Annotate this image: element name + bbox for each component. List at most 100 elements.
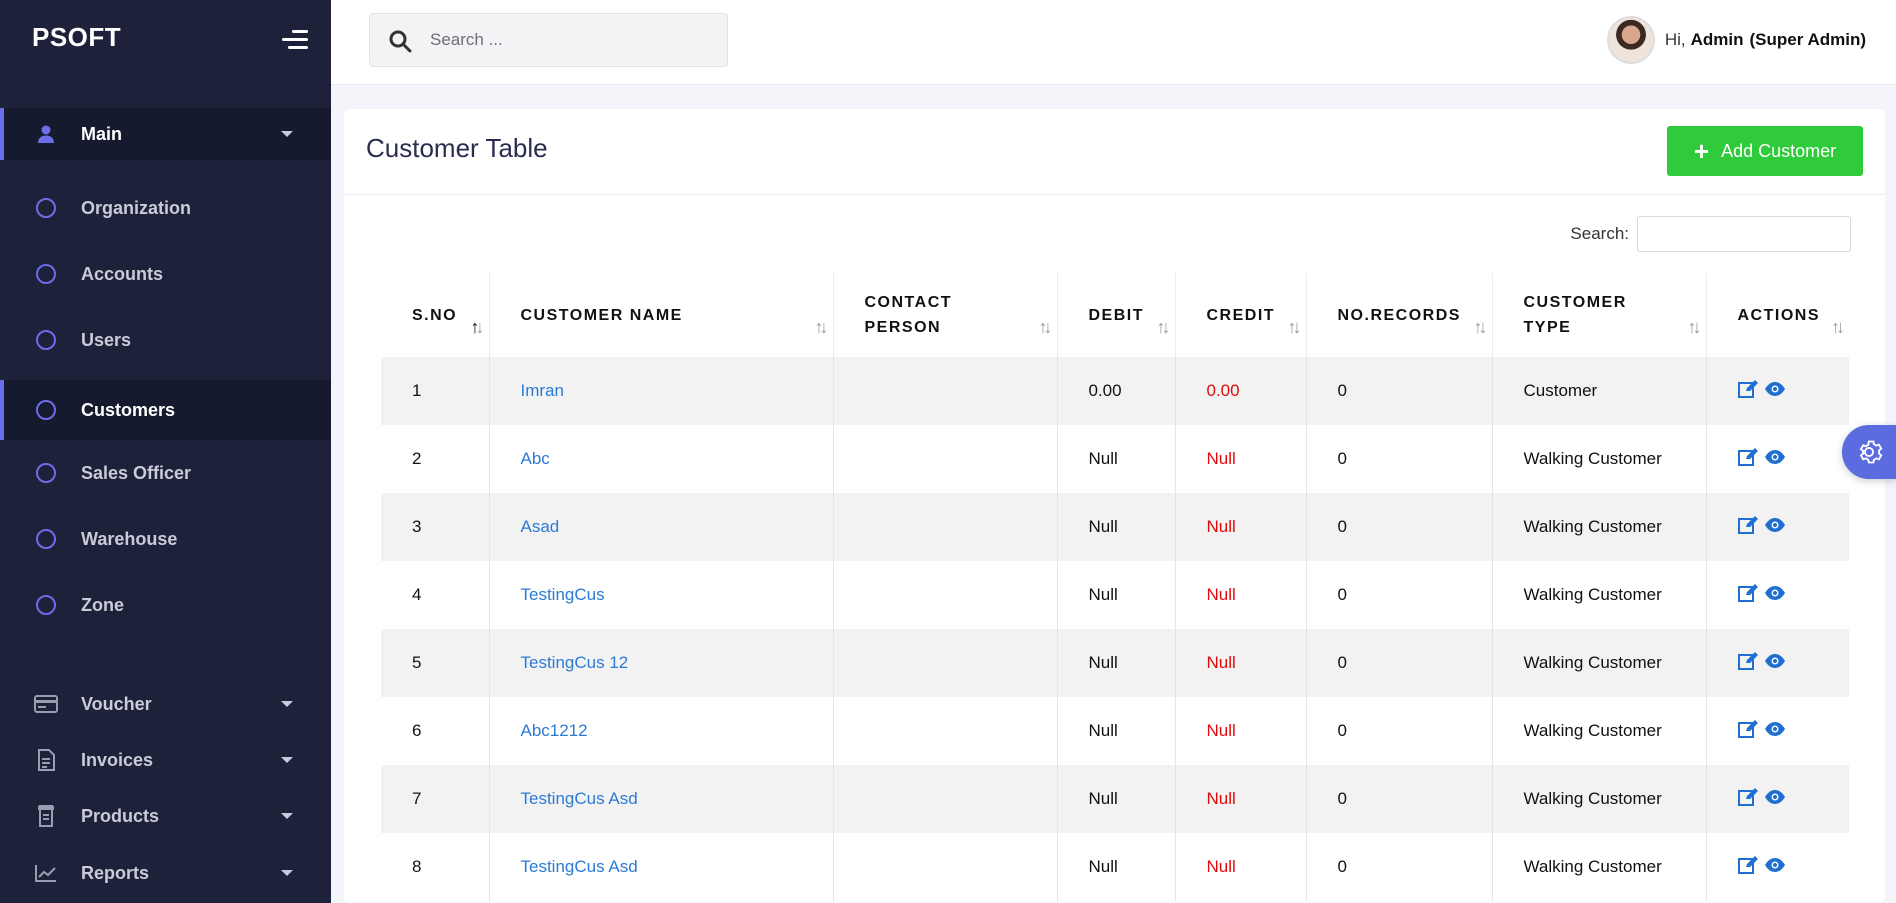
cell-credit: Null <box>1175 493 1307 561</box>
view-eye-icon[interactable] <box>1764 789 1786 805</box>
sidebar-item-warehouse[interactable]: Warehouse <box>0 513 331 565</box>
edit-icon[interactable] <box>1737 583 1758 602</box>
menu-toggle-icon[interactable] <box>282 30 308 50</box>
cell-credit: Null <box>1175 765 1307 833</box>
cell-customer-type: Walking Customer <box>1492 493 1707 561</box>
cell-records: 0 <box>1306 697 1493 765</box>
customer-name-link[interactable]: TestingCus Asd <box>521 857 638 876</box>
cell-actions <box>1706 765 1849 833</box>
cell-credit: Null <box>1175 833 1307 901</box>
add-customer-button[interactable]: + Add Customer <box>1667 126 1863 176</box>
cell-records: 0 <box>1306 357 1493 425</box>
cell-sno: 7 <box>381 765 490 833</box>
table-search-input[interactable] <box>1637 216 1851 252</box>
caret-down-icon <box>281 701 293 707</box>
customer-name-link[interactable]: Asad <box>521 517 560 536</box>
cell-contact-person <box>833 425 1058 493</box>
edit-icon[interactable] <box>1737 379 1758 398</box>
cell-customer-name: Abc1212 <box>489 697 834 765</box>
table-row: 6 Abc1212 Null Null 0 Walking Customer <box>381 697 1849 765</box>
edit-icon[interactable] <box>1737 515 1758 534</box>
caret-down-icon <box>281 813 293 819</box>
cell-records: 0 <box>1306 493 1493 561</box>
customer-name-link[interactable]: TestingCus Asd <box>521 789 638 808</box>
sidebar-group-voucher[interactable]: Voucher <box>0 678 331 730</box>
cell-customer-type: Walking Customer <box>1492 833 1707 901</box>
column-header-no-records[interactable]: NO.RECORDS ↑↓ <box>1306 273 1493 357</box>
sidebar-group-label: Products <box>81 805 160 826</box>
column-header-customer-type[interactable]: CUSTOMER TYPE ↑↓ <box>1492 273 1707 357</box>
cell-records: 0 <box>1306 765 1493 833</box>
sort-icon[interactable]: ↑↓ <box>1288 315 1302 340</box>
customer-name-link[interactable]: Abc <box>521 449 550 468</box>
column-header-debit[interactable]: DEBIT ↑↓ <box>1057 273 1176 357</box>
sidebar-group-invoices[interactable]: Invoices <box>0 734 331 786</box>
column-header-actions[interactable]: ACTIONS ↑↓ <box>1706 273 1849 357</box>
cell-debit: Null <box>1057 765 1176 833</box>
column-header-customer-name[interactable]: CUSTOMER NAME ↑↓ <box>489 273 834 357</box>
customer-name-link[interactable]: Abc1212 <box>521 721 588 740</box>
sidebar-item-users[interactable]: Users <box>0 314 331 366</box>
cell-sno: 6 <box>381 697 490 765</box>
column-header-sno[interactable]: S.NO ↑↓ <box>381 273 490 357</box>
sort-icon[interactable]: ↑↓ <box>1831 315 1845 340</box>
sidebar-item-label: Customers <box>81 399 176 420</box>
sidebar-item-label: Warehouse <box>81 528 178 549</box>
cell-actions <box>1706 629 1849 697</box>
edit-icon[interactable] <box>1737 719 1758 738</box>
column-header-contact-person[interactable]: CONTACT PERSON ↑↓ <box>833 273 1058 357</box>
cell-customer-type: Customer <box>1492 357 1707 425</box>
sidebar-group-reports[interactable]: Reports <box>0 847 331 899</box>
avatar[interactable] <box>1606 16 1655 64</box>
sidebar: PSOFT Main Organization Accounts Users C… <box>0 0 331 903</box>
sidebar-item-customers[interactable]: Customers <box>0 380 331 440</box>
user-menu[interactable]: Hi, Admin (Super Admin) <box>1606 16 1866 64</box>
cell-records: 0 <box>1306 561 1493 629</box>
view-eye-icon[interactable] <box>1764 653 1786 669</box>
sidebar-group-label: Invoices <box>81 749 154 770</box>
cell-debit: Null <box>1057 629 1176 697</box>
cell-contact-person <box>833 629 1058 697</box>
brand-logo[interactable]: PSOFT <box>32 22 121 53</box>
sort-icon[interactable]: ↑↓ <box>1157 315 1171 340</box>
customer-name-link[interactable]: Imran <box>521 381 564 400</box>
view-eye-icon[interactable] <box>1764 517 1786 533</box>
edit-icon[interactable] <box>1737 855 1758 874</box>
view-eye-icon[interactable] <box>1764 381 1786 397</box>
column-header-credit[interactable]: CREDIT ↑↓ <box>1175 273 1307 357</box>
sort-icon[interactable]: ↑↓ <box>815 315 829 340</box>
voucher-icon <box>34 692 58 716</box>
customer-name-link[interactable]: TestingCus 12 <box>521 653 629 672</box>
sidebar-group-main[interactable]: Main <box>0 108 331 160</box>
sidebar-group-products[interactable]: Products <box>0 790 331 842</box>
table-row: 8 TestingCus Asd Null Null 0 Walking Customer <box>381 833 1849 901</box>
view-eye-icon[interactable] <box>1764 721 1786 737</box>
settings-gear-button[interactable] <box>1842 425 1896 479</box>
page-title: Customer Table <box>366 133 548 163</box>
sort-icon[interactable]: ↑↓ <box>1474 315 1488 340</box>
cell-customer-name: TestingCus <box>489 561 834 629</box>
caret-down-icon <box>281 870 293 876</box>
sort-icon[interactable]: ↑↓ <box>1688 315 1702 340</box>
table-row: 4 TestingCus Null Null 0 Walking Customer <box>381 561 1849 629</box>
view-eye-icon[interactable] <box>1764 585 1786 601</box>
view-eye-icon[interactable] <box>1764 449 1786 465</box>
search-icon[interactable] <box>388 29 412 58</box>
sidebar-item-zone[interactable]: Zone <box>0 579 331 631</box>
edit-icon[interactable] <box>1737 447 1758 466</box>
table-row: 1 Imran 0.00 0.00 0 Customer <box>381 357 1849 425</box>
search-input[interactable] <box>430 24 710 56</box>
sidebar-item-organization[interactable]: Organization <box>0 182 331 234</box>
caret-down-icon <box>281 757 293 763</box>
edit-icon[interactable] <box>1737 787 1758 806</box>
sidebar-item-label: Organization <box>81 197 192 218</box>
customer-name-link[interactable]: TestingCus <box>521 585 605 604</box>
cell-debit: Null <box>1057 493 1176 561</box>
sort-icon[interactable]: ↑↓ <box>1039 315 1053 340</box>
sidebar-item-sales-officer[interactable]: Sales Officer <box>0 447 331 499</box>
sort-icon[interactable]: ↑↓ <box>471 315 485 340</box>
chart-icon <box>34 861 58 885</box>
view-eye-icon[interactable] <box>1764 857 1786 873</box>
edit-icon[interactable] <box>1737 651 1758 670</box>
sidebar-item-accounts[interactable]: Accounts <box>0 248 331 300</box>
